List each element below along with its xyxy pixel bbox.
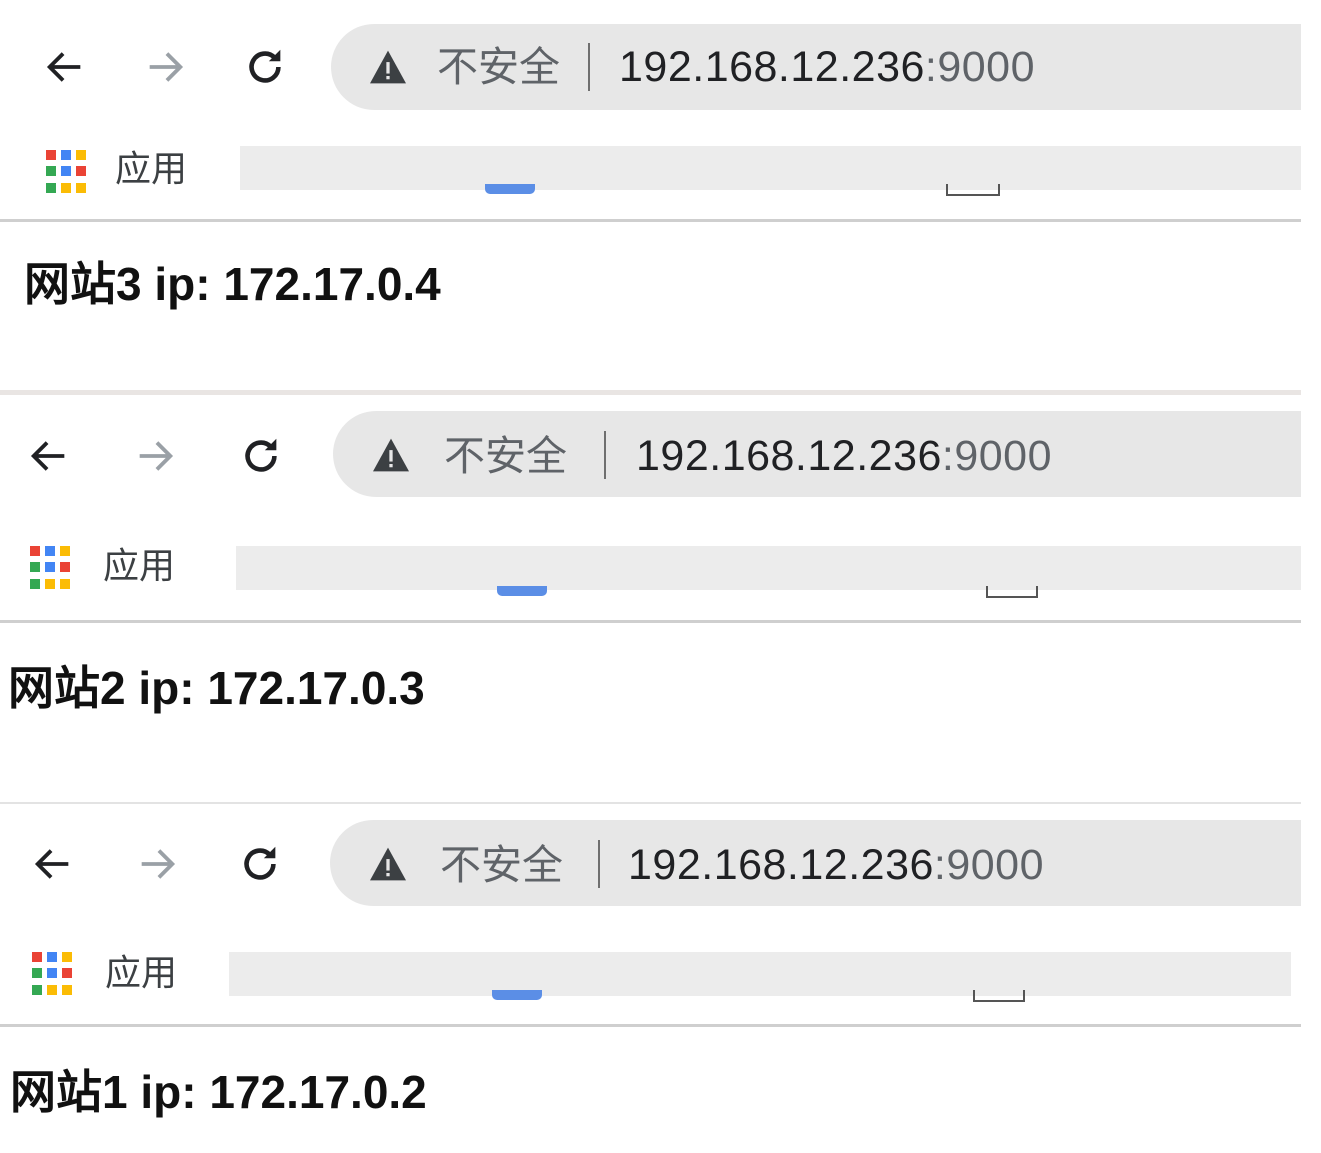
apps-grid-icon[interactable] bbox=[30, 546, 74, 590]
security-status-label[interactable]: 不安全 bbox=[440, 840, 563, 890]
url-text[interactable]: 192.168.12.236:9000 bbox=[619, 42, 1035, 92]
arrow-left-icon[interactable] bbox=[40, 42, 90, 92]
apps-grid-dot bbox=[60, 562, 70, 573]
apps-grid-dot bbox=[61, 166, 71, 177]
apps-grid-dot bbox=[61, 150, 71, 160]
url-text[interactable]: 192.168.12.236:9000 bbox=[628, 840, 1044, 890]
omnibox[interactable]: 不安全 192.168.12.236:9000 bbox=[331, 24, 1301, 110]
bookmark-apps-label[interactable]: 应用 bbox=[103, 545, 175, 589]
reload-icon[interactable] bbox=[235, 839, 285, 889]
apps-grid-dot bbox=[47, 952, 57, 962]
apps-grid-icon[interactable] bbox=[46, 150, 90, 194]
redacted-bookmarks bbox=[229, 952, 1291, 1002]
page-heading: 网站3 ip: 172.17.0.4 bbox=[24, 258, 441, 310]
apps-grid-icon[interactable] bbox=[32, 952, 76, 996]
omnibox[interactable]: 不安全 192.168.12.236:9000 bbox=[333, 411, 1301, 497]
bookmark-apps-label[interactable]: 应用 bbox=[115, 148, 187, 192]
apps-grid-dot bbox=[32, 968, 42, 979]
apps-grid-dot bbox=[60, 546, 70, 556]
warning-triangle-icon[interactable] bbox=[368, 49, 408, 85]
arrow-right-icon[interactable] bbox=[132, 839, 182, 889]
arrow-left-icon[interactable] bbox=[24, 431, 74, 481]
redacted-bookmarks bbox=[240, 146, 1301, 196]
apps-grid-dot bbox=[76, 166, 86, 177]
arrow-right-icon[interactable] bbox=[130, 431, 180, 481]
browser-toolbar: 不安全 192.168.12.236:9000 bbox=[0, 0, 1301, 112]
window-separator bbox=[0, 802, 1301, 804]
reload-icon[interactable] bbox=[236, 431, 286, 481]
apps-grid-dot bbox=[30, 562, 40, 573]
apps-grid-dot bbox=[62, 984, 72, 995]
window-separator bbox=[0, 390, 1301, 395]
apps-grid-dot bbox=[45, 562, 55, 573]
apps-grid-dot bbox=[45, 546, 55, 556]
apps-grid-dot bbox=[32, 984, 42, 995]
security-status-label[interactable]: 不安全 bbox=[444, 431, 567, 481]
browser-window-1: 不安全 192.168.12.236:9000 应用 网站3 ip: 172.1… bbox=[0, 0, 1301, 310]
apps-grid-dot bbox=[47, 984, 57, 995]
apps-grid-dot bbox=[46, 166, 56, 177]
screenshot-collage: 不安全 192.168.12.236:9000 应用 网站3 ip: 172.1… bbox=[0, 0, 1321, 1153]
browser-toolbar: 不安全 192.168.12.236:9000 bbox=[0, 396, 1301, 508]
reload-icon[interactable] bbox=[240, 42, 290, 92]
apps-grid-dot bbox=[46, 150, 56, 160]
security-status-label[interactable]: 不安全 bbox=[437, 42, 560, 92]
bookmarks-bar: 应用 bbox=[0, 508, 1301, 616]
page-heading: 网站1 ip: 172.17.0.2 bbox=[10, 1066, 427, 1118]
apps-grid-dot bbox=[45, 578, 55, 589]
apps-grid-dot bbox=[61, 182, 71, 193]
omnibox[interactable]: 不安全 192.168.12.236:9000 bbox=[330, 820, 1301, 906]
omnibox-divider bbox=[588, 43, 590, 91]
apps-grid-dot bbox=[62, 968, 72, 979]
warning-triangle-icon[interactable] bbox=[371, 437, 411, 473]
arrow-left-icon[interactable] bbox=[28, 839, 78, 889]
toolbar-divider bbox=[0, 1024, 1301, 1027]
apps-grid-dot bbox=[30, 578, 40, 589]
arrow-right-icon[interactable] bbox=[140, 42, 190, 92]
browser-toolbar: 不安全 192.168.12.236:9000 bbox=[0, 806, 1301, 918]
omnibox-divider bbox=[604, 431, 606, 479]
page-heading: 网站2 ip: 172.17.0.3 bbox=[8, 662, 425, 714]
warning-triangle-icon[interactable] bbox=[368, 846, 408, 882]
apps-grid-dot bbox=[32, 952, 42, 962]
bookmarks-bar: 应用 bbox=[0, 112, 1301, 220]
bookmarks-bar: 应用 bbox=[0, 918, 1301, 1026]
apps-grid-dot bbox=[60, 578, 70, 589]
url-text[interactable]: 192.168.12.236:9000 bbox=[636, 431, 1052, 481]
redacted-bookmarks bbox=[236, 546, 1301, 598]
browser-window-3: 不安全 192.168.12.236:9000 应用 网站1 ip: 172.1… bbox=[0, 806, 1301, 1118]
apps-grid-dot bbox=[30, 546, 40, 556]
omnibox-divider bbox=[598, 840, 600, 888]
bookmark-apps-label[interactable]: 应用 bbox=[105, 952, 177, 996]
apps-grid-dot bbox=[47, 968, 57, 979]
toolbar-divider bbox=[0, 219, 1301, 222]
browser-window-2: 不安全 192.168.12.236:9000 应用 网站2 ip: 172.1… bbox=[0, 396, 1301, 714]
apps-grid-dot bbox=[46, 182, 56, 193]
toolbar-divider bbox=[0, 620, 1301, 623]
apps-grid-dot bbox=[62, 952, 72, 962]
apps-grid-dot bbox=[76, 150, 86, 160]
apps-grid-dot bbox=[76, 182, 86, 193]
